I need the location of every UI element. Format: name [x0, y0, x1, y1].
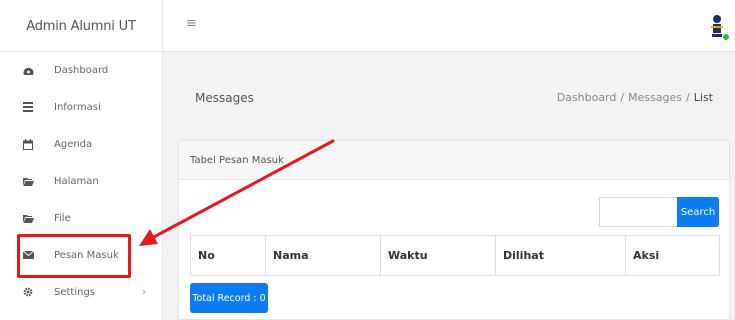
- messages-table: No Nama Waktu Dilihat Aksi: [190, 235, 720, 276]
- breadcrumb: Dashboard / Messages / List: [557, 91, 713, 104]
- column-header-nama: Nama: [265, 235, 381, 276]
- sidebar: Dashboard Informasi Agenda Halaman File …: [0, 52, 163, 320]
- gear-icon: [22, 286, 34, 298]
- column-header-dilihat: Dilihat: [495, 235, 626, 276]
- sidebar-item-label: File: [54, 212, 71, 224]
- sidebar-item-label: Pesan Masuk: [54, 249, 119, 261]
- column-header-waktu: Waktu: [380, 235, 496, 276]
- table-header-row: No Nama Waktu Dilihat Aksi: [190, 235, 720, 276]
- breadcrumb-separator: /: [686, 91, 690, 104]
- sidebar-item-dashboard[interactable]: Dashboard: [0, 52, 163, 88]
- envelope-icon: [22, 249, 34, 261]
- card-header: Tabel Pesan Masuk: [179, 141, 729, 180]
- card-title: Tabel Pesan Masuk: [190, 155, 284, 166]
- messages-card: Tabel Pesan Masuk Search No Nama Waktu D…: [178, 140, 730, 320]
- list-icon: [22, 101, 34, 113]
- sidebar-item-label: Settings: [54, 286, 96, 298]
- calendar-icon: [22, 138, 34, 150]
- sidebar-item-label: Informasi: [54, 101, 101, 113]
- breadcrumb-current: List: [693, 91, 713, 104]
- page-title: Messages: [195, 91, 254, 105]
- sidebar-item-label: Agenda: [54, 138, 93, 150]
- sidebar-item-agenda[interactable]: Agenda: [0, 126, 163, 162]
- menu-toggle-icon[interactable]: ≡: [186, 16, 197, 31]
- breadcrumb-separator: /: [620, 91, 625, 104]
- chevron-right-icon: ›: [142, 286, 146, 298]
- dashboard-icon: [22, 64, 34, 76]
- sidebar-item-informasi[interactable]: Informasi: [0, 89, 163, 125]
- column-header-aksi: Aksi: [625, 235, 720, 276]
- column-header-no: No: [190, 235, 266, 276]
- content-header: Messages Dashboard / Messages / List: [164, 53, 735, 145]
- search-button[interactable]: Search: [677, 197, 719, 227]
- top-navbar: Admin Alumni UT ≡: [0, 0, 735, 52]
- breadcrumb-dashboard[interactable]: Dashboard: [557, 91, 617, 104]
- user-avatar-icon[interactable]: [707, 13, 729, 41]
- total-record-button[interactable]: Total Record : 0: [190, 283, 268, 313]
- sidebar-item-label: Dashboard: [54, 64, 109, 76]
- folder-icon: [22, 212, 34, 224]
- folder-icon: [22, 175, 34, 187]
- sidebar-item-label: Halaman: [54, 175, 99, 187]
- search-input[interactable]: [599, 197, 677, 227]
- sidebar-item-settings[interactable]: Settings ›: [0, 274, 163, 310]
- sidebar-item-halaman[interactable]: Halaman: [0, 163, 163, 199]
- sidebar-item-pesan-masuk[interactable]: Pesan Masuk: [0, 237, 163, 273]
- breadcrumb-messages[interactable]: Messages: [628, 91, 682, 104]
- sidebar-item-file[interactable]: File: [0, 200, 163, 236]
- brand-title[interactable]: Admin Alumni UT: [0, 0, 163, 52]
